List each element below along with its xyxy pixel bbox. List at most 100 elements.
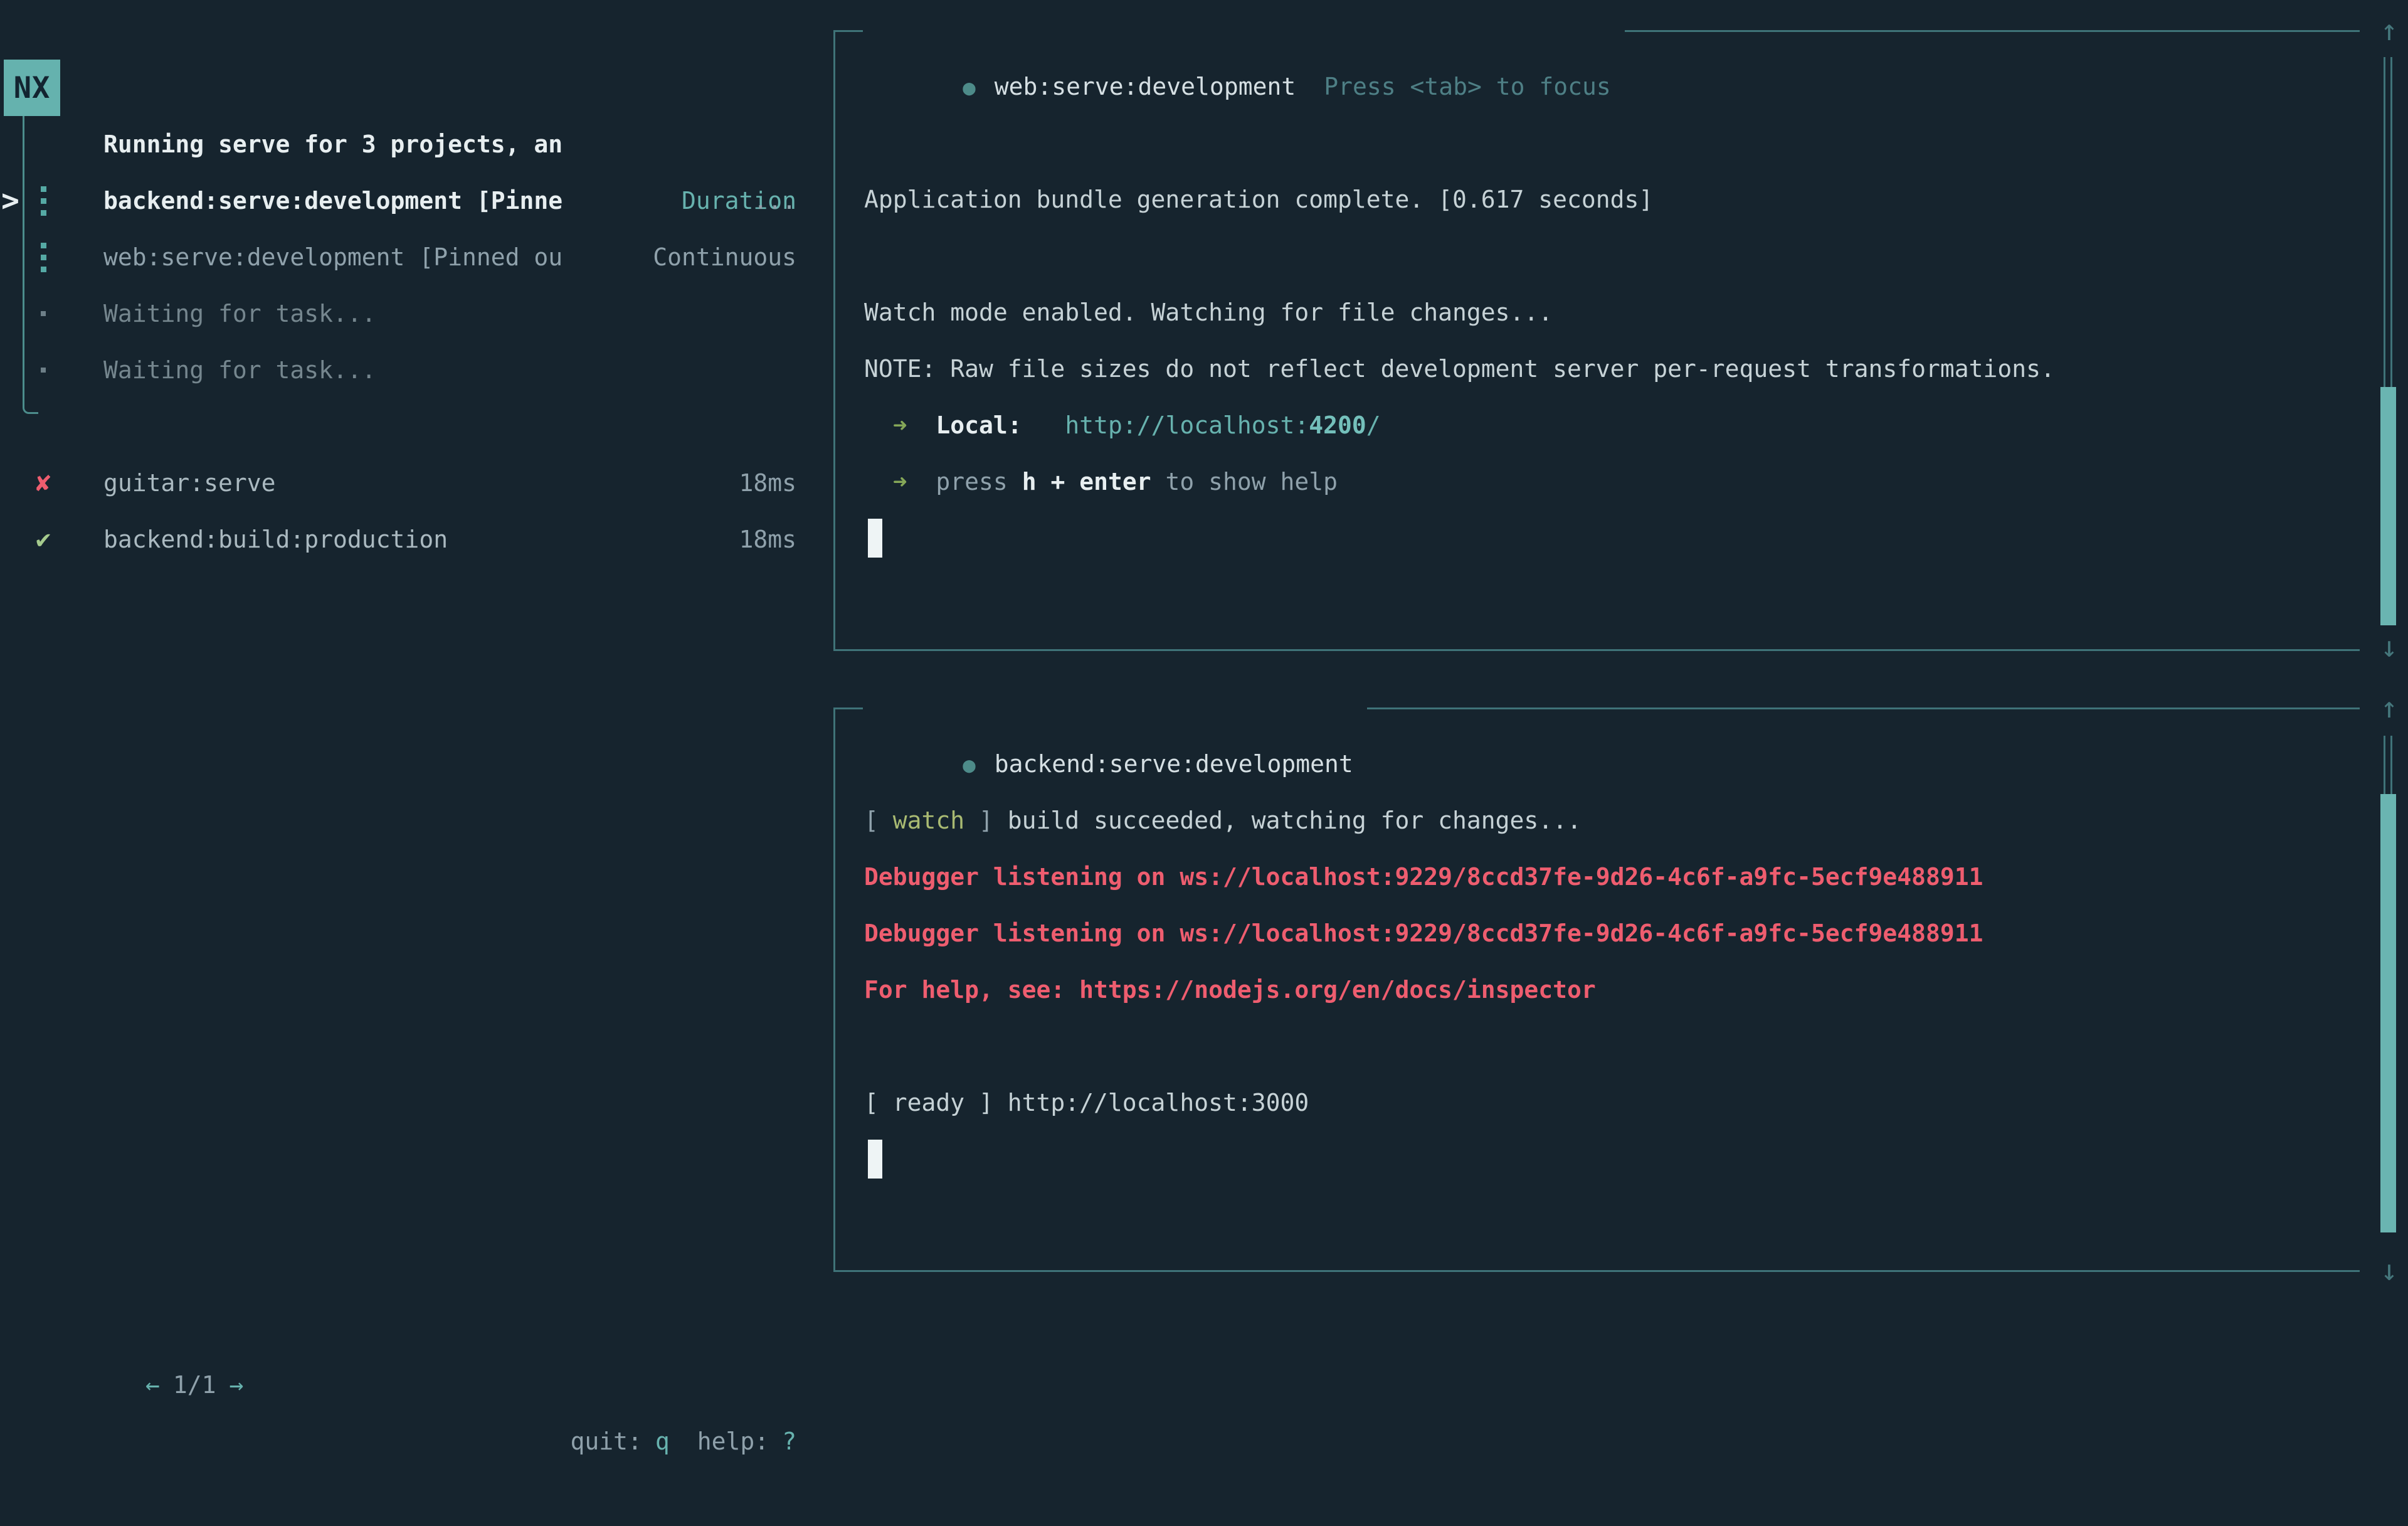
task-name: Waiting for task... (103, 285, 376, 342)
spinner-dot (41, 267, 46, 272)
terminal-text-segment: ➜ (893, 411, 907, 439)
terminal-line: [ ready ] http://localhost:3000 (835, 1074, 2328, 1131)
terminal-line (835, 1131, 2328, 1187)
task-name: Waiting for task... (103, 342, 376, 398)
terminal-text-segment: ➜ (893, 468, 907, 495)
scroll-down-icon[interactable]: ↓ (2372, 1242, 2407, 1298)
spinner-dot (41, 255, 46, 260)
page-next-icon[interactable]: → (230, 1371, 244, 1399)
task-duration: 18ms (739, 455, 796, 511)
waiting-icon (31, 285, 55, 342)
terminal-line: NOTE: Raw file sizes do not reflect deve… (835, 341, 2328, 397)
terminal-text-segment: ] (964, 807, 1008, 834)
terminal-text-segment: [ ready ] http://localhost:3000 (864, 1089, 1309, 1116)
pager: ← 1/1 → (31, 1300, 243, 1470)
terminal-cursor (868, 1140, 882, 1179)
keyboard-hints: quit: q help:? (455, 1357, 796, 1526)
task-duration: ... (753, 172, 796, 229)
scrollbar-track[interactable] (2384, 57, 2392, 387)
terminal-line: Application bundle generation complete. … (835, 171, 2328, 228)
running-icon (31, 229, 55, 285)
terminal-text-segment: Debugger listening on ws://localhost:922… (864, 863, 1983, 891)
panel-title-text: backend:serve:development (995, 750, 1353, 778)
task-row[interactable]: ✘ guitar:serve 18ms (0, 455, 833, 511)
task-row[interactable]: Waiting for task... (0, 342, 833, 398)
task-row[interactable]: web:serve:development [Pinned ou Continuo… (0, 229, 833, 285)
panel-title: ●web:serve:developmentPress <tab> to foc… (863, 2, 1625, 58)
terminal-text-segment: build succeeded, watching for changes... (1008, 807, 1582, 834)
terminal-text-segment: / (1366, 411, 1381, 439)
waiting-icon (31, 342, 55, 398)
terminal-text-segment (907, 468, 936, 495)
terminal-cursor (868, 519, 882, 558)
waiting-dot (41, 311, 46, 316)
scrollbar-thumb[interactable] (2380, 794, 2396, 1232)
quit-key: q (655, 1428, 670, 1455)
terminal-text-segment: NOTE: Raw file sizes do not reflect deve… (864, 355, 2055, 383)
terminal-text-segment (1022, 411, 1065, 439)
terminal-panel-web-serve[interactable]: ● web:serve:development Press <tab> to foc… (833, 30, 2360, 651)
nx-tui-app: NX Running serve for 3 projects, an Dura… (0, 0, 2408, 1355)
task-name: backend:build:production (103, 511, 448, 568)
terminal-line: Debugger listening on ws://localhost:922… (835, 905, 2328, 962)
terminal-panel-backend-serve[interactable]: ● backend:serve:development [ watch ] bui… (833, 707, 2360, 1272)
terminal-line: Watch mode enabled. Watching for file ch… (835, 284, 2328, 341)
status-bar: ←1/1→ quit:qhelp:? (0, 1244, 833, 1300)
quit-hint-label: quit: (570, 1428, 642, 1455)
failed-icon: ✘ (31, 455, 55, 511)
scroll-up-icon[interactable]: ↑ (2372, 679, 2407, 736)
scrollbar-track[interactable] (2384, 736, 2392, 796)
page-prev-icon[interactable]: ← (145, 1371, 160, 1399)
task-list-pane: NX Running serve for 3 projects, an Dura… (0, 0, 833, 1355)
terminal-text-segment: h + enter (1022, 468, 1151, 495)
spinner-dot (41, 210, 46, 216)
task-row[interactable]: Waiting for task... (0, 285, 833, 342)
panel-title-text: web:serve:development (995, 73, 1296, 100)
task-name: web:serve:development [Pinned ou (103, 229, 562, 285)
spinner-dot (41, 198, 46, 204)
terminal-text-segment (864, 411, 893, 439)
task-duration: Continuous (653, 229, 796, 285)
page-indicator: 1/1 (173, 1371, 216, 1399)
task-list-header: Running serve for 3 projects, an Duratio… (0, 60, 833, 116)
terminal-line: ➜ Local: http://localhost:4200/ (835, 397, 2328, 453)
help-key: ? (782, 1428, 796, 1455)
terminal-line: Debugger listening on ws://localhost:922… (835, 849, 2328, 905)
task-duration: 18ms (739, 511, 796, 568)
success-icon: ✔ (31, 511, 55, 568)
running-bullet-icon: ● (963, 75, 975, 100)
scrollbar-thumb[interactable] (2380, 387, 2396, 625)
task-name: backend:serve:development [Pinne (103, 172, 562, 229)
terminal-line (835, 510, 2328, 566)
terminal-text-segment: Local: (936, 411, 1022, 439)
spinner-dot (41, 186, 46, 192)
terminal-text-segment: press (936, 468, 1022, 495)
terminal-text-segment: watch (893, 807, 964, 834)
terminal-line: ➜ press h + enter to show help (835, 453, 2328, 510)
focus-hint: Press <tab> to focus (1324, 73, 1611, 100)
terminal-text-segment: http://localhost: (1065, 411, 1309, 439)
terminal-text-segment: Application bundle generation complete. … (864, 186, 1653, 213)
running-bullet-icon: ● (963, 753, 975, 778)
task-row[interactable]: >backend:serve:development [Pinne... (0, 172, 833, 229)
spinner-dot (41, 243, 46, 248)
terminal-text-segment: Debugger listening on ws://localhost:922… (864, 919, 1983, 947)
task-name: guitar:serve (103, 455, 276, 511)
scroll-up-icon[interactable]: ↑ (2372, 2, 2407, 58)
terminal-line: [ watch ] build succeeded, watching for … (835, 792, 2328, 849)
terminal-text-segment: [ (864, 807, 893, 834)
running-icon (31, 172, 55, 229)
panel-title: ●backend:serve:development (863, 679, 1367, 736)
task-list-title: Running serve for 3 projects, an (103, 116, 562, 172)
terminal-text-segment: 4200 (1309, 411, 1366, 439)
terminal-text-segment: to show help (1151, 468, 1338, 495)
help-hint-label: help: (697, 1428, 769, 1455)
terminal-text-segment: For help, see: https://nodejs.org/en/doc… (864, 976, 1596, 1004)
waiting-dot (41, 368, 46, 373)
task-row[interactable]: ✔ backend:build:production 18ms (0, 511, 833, 568)
terminal-line: For help, see: https://nodejs.org/en/doc… (835, 962, 2328, 1018)
terminal-text-segment: Watch mode enabled. Watching for file ch… (864, 299, 1553, 326)
terminal-text-segment (864, 468, 893, 495)
scroll-down-icon[interactable]: ↓ (2372, 618, 2407, 675)
terminal-text-segment (907, 411, 936, 439)
